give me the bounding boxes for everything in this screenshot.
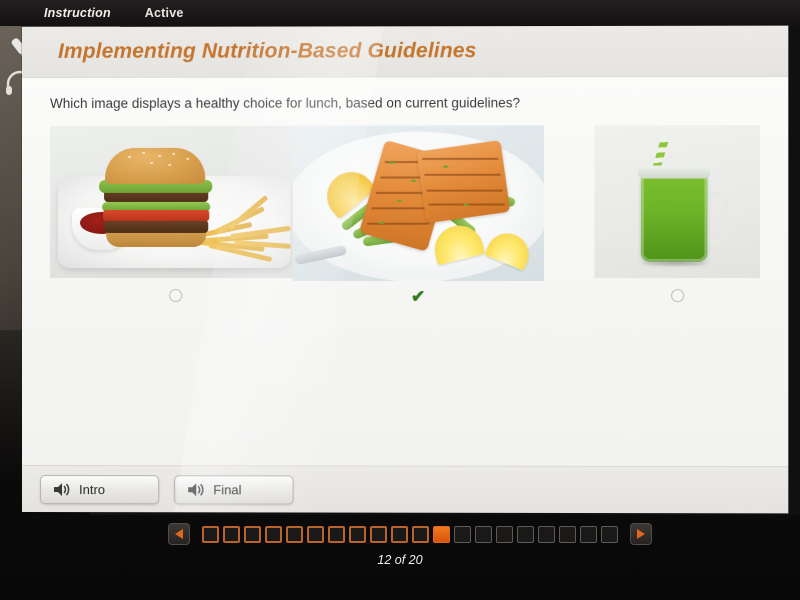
option-list: ✔ <box>22 125 788 376</box>
page-pip-20[interactable] <box>601 525 618 543</box>
tab-active[interactable]: Active <box>145 6 184 20</box>
device-screen: Instruction Active Implementing Nutritio… <box>0 0 800 600</box>
option-3-choice-mark[interactable] <box>594 289 760 307</box>
page-pip-11[interactable] <box>412 525 429 543</box>
question-area: Which image displays a healthy choice fo… <box>22 76 789 465</box>
audio-button-row: Intro Final <box>22 465 789 514</box>
page-title: Implementing Nutrition-Based Guidelines <box>58 39 477 63</box>
page-pip-4[interactable] <box>265 525 282 543</box>
option-1-choice-mark[interactable] <box>50 289 301 307</box>
prev-page-button[interactable] <box>168 523 190 545</box>
page-pip-12[interactable] <box>433 525 450 543</box>
page-pip-19[interactable] <box>580 525 597 543</box>
page-pip-8[interactable] <box>349 525 366 543</box>
page-pip-15[interactable] <box>496 525 513 543</box>
page-pip-9[interactable] <box>370 525 387 543</box>
option-2-choice-mark[interactable]: ✔ <box>293 287 544 307</box>
page-counter: 12 of 20 <box>377 553 423 567</box>
option-3[interactable] <box>594 125 761 303</box>
option-3-radio[interactable] <box>670 289 684 303</box>
next-page-button[interactable] <box>630 523 652 545</box>
option-2[interactable]: ✔ <box>292 125 545 306</box>
speaker-icon <box>187 482 204 496</box>
option-2-image[interactable] <box>292 125 545 282</box>
page-pip-3[interactable] <box>244 525 261 543</box>
page-pip-10[interactable] <box>391 525 408 543</box>
question-text: Which image displays a healthy choice fo… <box>50 95 521 111</box>
intro-audio-label: Intro <box>79 482 106 498</box>
tab-list: Instruction Active <box>44 6 184 20</box>
arrow-left-icon <box>175 529 183 539</box>
page-pip-17[interactable] <box>538 525 555 543</box>
page-pip-5[interactable] <box>286 525 303 543</box>
final-audio-button[interactable]: Final <box>174 475 294 505</box>
correct-check-icon: ✔ <box>410 287 426 307</box>
option-1-image[interactable] <box>50 125 301 279</box>
bottom-navigation: 12 of 20 <box>0 515 800 600</box>
page-pip-6[interactable] <box>307 525 324 543</box>
page-pip-16[interactable] <box>517 525 534 543</box>
page-pip-14[interactable] <box>475 525 492 543</box>
arrow-right-icon <box>637 529 645 539</box>
top-bar: Instruction Active <box>0 0 800 26</box>
speaker-icon <box>53 482 70 496</box>
page-pip-18[interactable] <box>559 525 576 543</box>
page-nav-strip <box>168 523 652 545</box>
page-pip-7[interactable] <box>328 525 345 543</box>
intro-audio-button[interactable]: Intro <box>40 475 160 505</box>
title-band: Implementing Nutrition-Based Guidelines <box>22 25 789 78</box>
page-pip-list <box>202 525 618 543</box>
page-pip-2[interactable] <box>223 525 240 543</box>
tab-instruction[interactable]: Instruction <box>44 6 111 20</box>
page-pip-13[interactable] <box>454 525 471 543</box>
option-1[interactable] <box>50 125 301 303</box>
final-audio-label: Final <box>213 482 242 498</box>
page-pip-1[interactable] <box>202 525 219 543</box>
option-3-image[interactable] <box>594 125 761 279</box>
slide-panel: Implementing Nutrition-Based Guidelines … <box>22 25 789 514</box>
option-1-radio[interactable] <box>168 289 182 303</box>
